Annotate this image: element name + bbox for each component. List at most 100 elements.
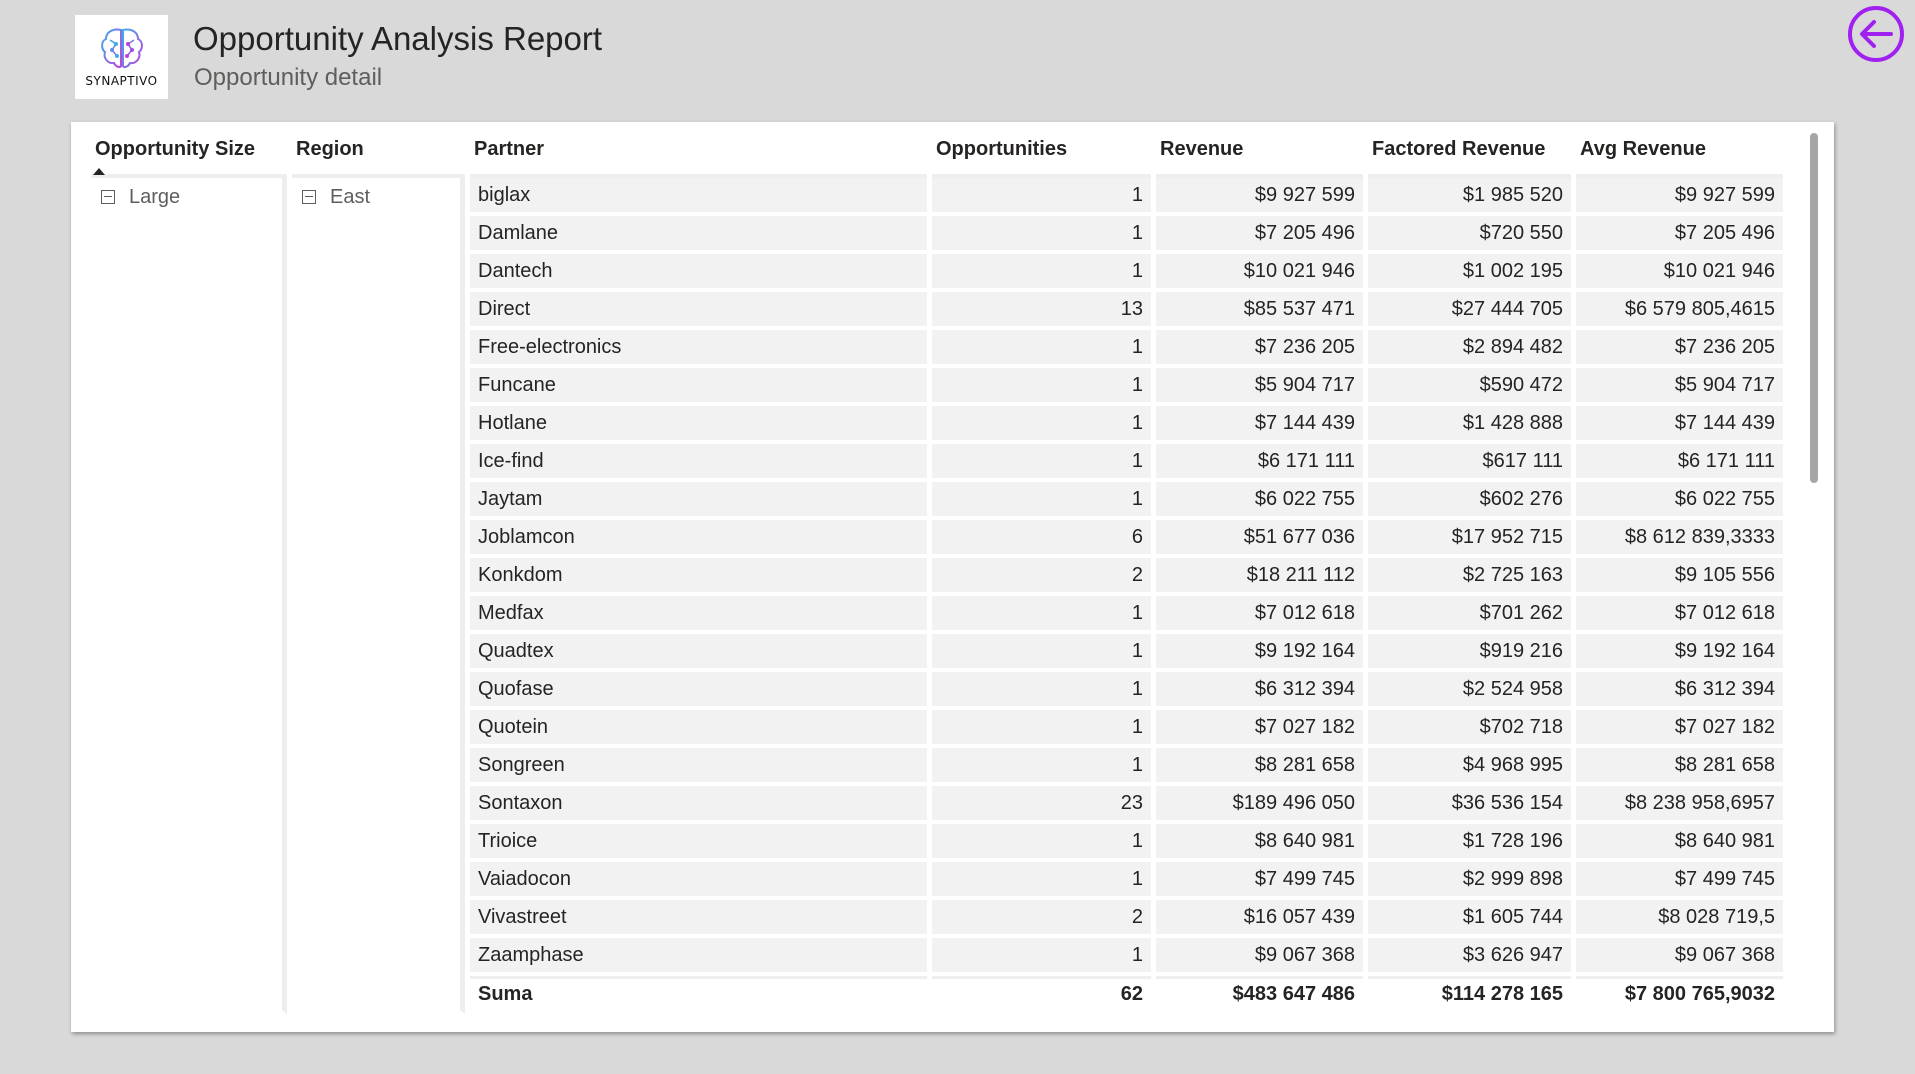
factored-revenue-cell: $720 550 [1368,216,1571,254]
opportunities-cell: 6 [932,520,1151,558]
column-header-region[interactable]: Region [292,130,465,178]
column-header-opportunity-size[interactable]: Opportunity Size [91,130,287,178]
partner-cell: Vivastreet [470,900,927,938]
revenue-cell: $189 496 050 [1156,786,1363,824]
total-opportunities: 62 [932,976,1151,1014]
partner-cell: Dantech [470,254,927,292]
opportunities-cell: 1 [932,178,1151,216]
partner-cell: Funcane [470,368,927,406]
factored-revenue-cell: $2 999 898 [1368,862,1571,900]
avg-revenue-cell: $7 205 496 [1576,216,1783,254]
brain-logo-icon [100,28,143,68]
opportunities-cell: 2 [932,558,1151,596]
factored-revenue-cell: $1 428 888 [1368,406,1571,444]
partner-cell: Vaiadocon [470,862,927,900]
revenue-cell: $9 192 164 [1156,634,1363,672]
partner-cell: Sontaxon [470,786,927,824]
partner-cell: biglax [470,178,927,216]
sort-ascending-icon [93,168,105,175]
column-header-factored-revenue[interactable]: Factored Revenue [1368,130,1571,178]
factored-revenue-cell: $17 952 715 [1368,520,1571,558]
avg-revenue-cell: $9 192 164 [1576,634,1783,672]
factored-revenue-cell: $590 472 [1368,368,1571,406]
avg-revenue-cell: $6 312 394 [1576,672,1783,710]
avg-revenue-cell: $6 579 805,4615 [1576,292,1783,330]
partner-cell: Joblamcon [470,520,927,558]
avg-revenue-cell: $8 612 839,3333 [1576,520,1783,558]
factored-revenue-cell: $1 002 195 [1368,254,1571,292]
opportunities-cell: 1 [932,748,1151,786]
revenue-cell: $7 205 496 [1156,216,1363,254]
opportunities-cell: 1 [932,710,1151,748]
column-header-avg-revenue[interactable]: Avg Revenue [1576,130,1783,178]
collapse-icon[interactable] [302,189,316,204]
column-header-partner[interactable]: Partner [470,130,927,178]
back-arrow-icon[interactable] [1847,5,1905,63]
avg-revenue-cell: $7 144 439 [1576,406,1783,444]
opportunities-cell: 1 [932,368,1151,406]
company-logo: SYNAPTIVO [75,15,168,99]
avg-revenue-cell: $6 171 111 [1576,444,1783,482]
partner-cell: Free-electronics [470,330,927,368]
revenue-cell: $7 144 439 [1156,406,1363,444]
logo-text: SYNAPTIVO [85,74,158,88]
revenue-cell: $85 537 471 [1156,292,1363,330]
revenue-cell: $7 499 745 [1156,862,1363,900]
factored-revenue-cell: $602 276 [1368,482,1571,520]
row-group-region: East [292,178,465,1014]
revenue-cell: $10 021 946 [1156,254,1363,292]
row-group-opportunity-size: Large [91,178,287,1014]
factored-revenue-cell: $1 728 196 [1368,824,1571,862]
group-label: Large [129,186,181,208]
revenue-cell: $16 057 439 [1156,900,1363,938]
partner-cell: Jaytam [470,482,927,520]
opportunities-cell: 1 [932,672,1151,710]
avg-revenue-cell: $7 027 182 [1576,710,1783,748]
revenue-cell: $7 012 618 [1156,596,1363,634]
revenue-cell: $6 312 394 [1156,672,1363,710]
revenue-cell: $9 067 368 [1156,938,1363,976]
opportunities-cell: 1 [932,938,1151,976]
factored-revenue-cell: $617 111 [1368,444,1571,482]
revenue-cell: $7 027 182 [1156,710,1363,748]
page-title: Opportunity Analysis Report [193,20,603,57]
revenue-cell: $7 236 205 [1156,330,1363,368]
partner-cell: Direct [470,292,927,330]
partner-cell: Ice-find [470,444,927,482]
factored-revenue-cell: $2 894 482 [1368,330,1571,368]
revenue-cell: $51 677 036 [1156,520,1363,558]
opportunities-cell: 2 [932,900,1151,938]
opportunities-cell: 23 [932,786,1151,824]
partner-cell: Zaamphase [470,938,927,976]
factored-revenue-cell: $1 605 744 [1368,900,1571,938]
factored-revenue-cell: $919 216 [1368,634,1571,672]
avg-revenue-cell: $8 640 981 [1576,824,1783,862]
avg-revenue-cell: $8 281 658 [1576,748,1783,786]
factored-revenue-cell: $702 718 [1368,710,1571,748]
avg-revenue-cell: $8 028 719,5 [1576,900,1783,938]
opportunity-matrix: Opportunity Size Region Partner Opportun… [86,130,1788,1014]
factored-revenue-cell: $27 444 705 [1368,292,1571,330]
partner-cell: Quadtex [470,634,927,672]
scrollbar-thumb[interactable] [1810,133,1818,483]
opportunities-cell: 1 [932,406,1151,444]
factored-revenue-cell: $2 524 958 [1368,672,1571,710]
avg-revenue-cell: $9 067 368 [1576,938,1783,976]
opportunities-cell: 13 [932,292,1151,330]
partner-cell: Hotlane [470,406,927,444]
avg-revenue-cell: $9 927 599 [1576,178,1783,216]
opportunities-cell: 1 [932,216,1151,254]
opportunities-cell: 1 [932,634,1151,672]
collapse-icon[interactable] [101,189,115,204]
avg-revenue-cell: $7 499 745 [1576,862,1783,900]
avg-revenue-cell: $10 021 946 [1576,254,1783,292]
total-label: Suma [470,976,927,1014]
column-header-opportunities[interactable]: Opportunities [932,130,1151,178]
partner-cell: Quotein [470,710,927,748]
total-factored-revenue: $114 278 165 [1368,976,1571,1014]
total-revenue: $483 647 486 [1156,976,1363,1014]
opportunities-cell: 1 [932,254,1151,292]
partner-cell: Songreen [470,748,927,786]
group-label: East [330,186,371,208]
column-header-revenue[interactable]: Revenue [1156,130,1363,178]
